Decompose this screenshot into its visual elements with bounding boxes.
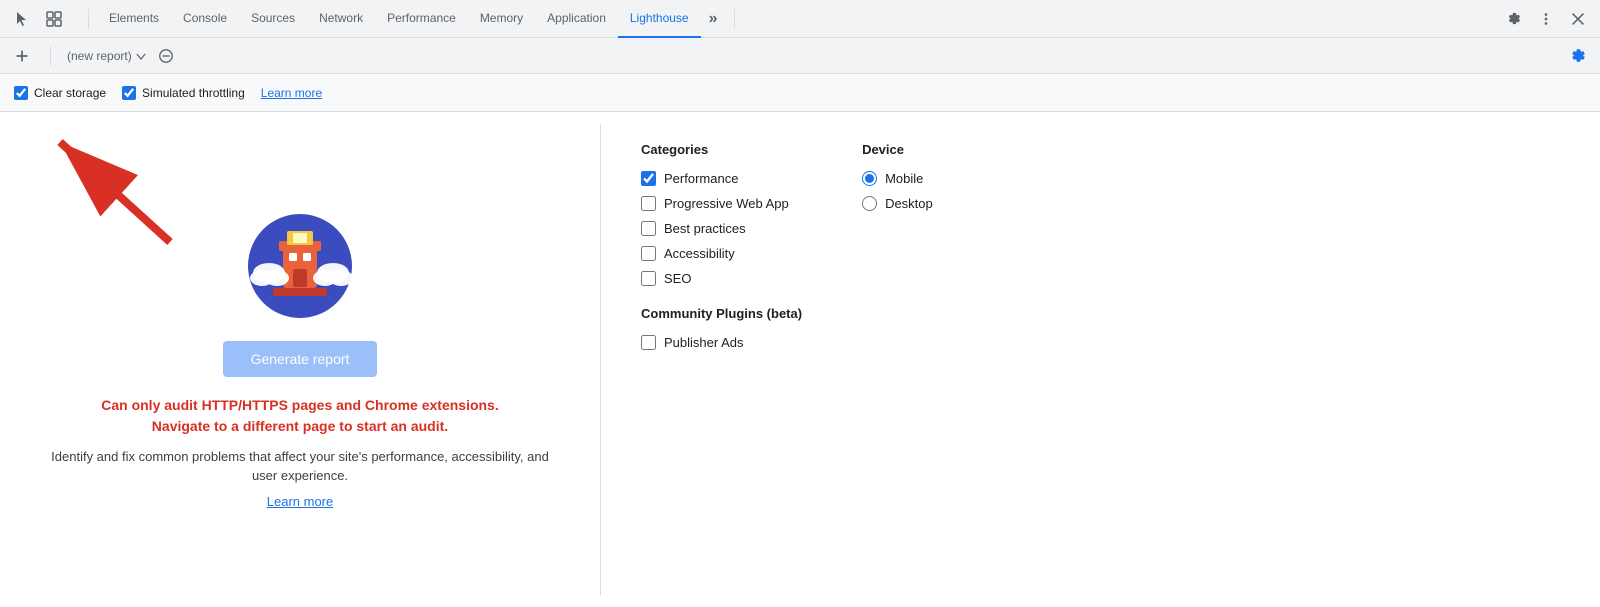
category-best-practices-label[interactable]: Best practices [641,221,802,236]
category-seo-checkbox[interactable] [641,271,656,286]
device-section: Device Mobile Desktop [862,142,1022,577]
category-pwa-checkbox[interactable] [641,196,656,211]
community-publisher-ads-label[interactable]: Publisher Ads [641,335,802,350]
error-message: Can only audit HTTP/HTTPS pages and Chro… [101,395,499,437]
devtools-mode-icons [8,5,68,33]
community-publisher-ads-checkbox[interactable] [641,335,656,350]
device-desktop-radio[interactable] [862,196,877,211]
tab-elements[interactable]: Elements [97,0,171,38]
settings-gear-icon[interactable] [1500,5,1528,33]
tab-application[interactable]: Application [535,0,618,38]
toolbar-sep-1 [50,46,51,66]
cursor-icon[interactable] [8,5,36,33]
category-best-practices-checkbox[interactable] [641,221,656,236]
tab-right-icons [1500,5,1592,33]
tab-performance[interactable]: Performance [375,0,468,38]
tab-lighthouse[interactable]: Lighthouse [618,0,701,38]
category-performance-checkbox[interactable] [641,171,656,186]
lighthouse-logo [245,211,355,321]
tab-more-button[interactable]: » [701,0,726,38]
community-title: Community Plugins (beta) [641,306,802,321]
options-learn-more-link[interactable]: Learn more [261,86,322,100]
tab-console[interactable]: Console [171,0,239,38]
report-selector[interactable]: (new report) [67,49,146,63]
category-accessibility-checkbox[interactable] [641,246,656,261]
category-pwa-label[interactable]: Progressive Web App [641,196,802,211]
tab-memory[interactable]: Memory [468,0,535,38]
tab-bar: Elements Console Sources Network Perform… [0,0,1600,38]
main-content: Generate report Can only audit HTTP/HTTP… [0,112,1600,607]
add-report-button[interactable] [10,44,34,68]
clear-storage-checkbox[interactable] [14,86,28,100]
more-vert-icon[interactable] [1532,5,1560,33]
toolbar: (new report) [0,38,1600,74]
simulated-throttling-checkbox[interactable] [122,86,136,100]
device-title: Device [862,142,1022,157]
layers-icon[interactable] [40,5,68,33]
simulated-throttling-checkbox-label[interactable]: Simulated throttling [122,86,245,100]
tab-left-separator [88,9,89,29]
categories-title: Categories [641,142,802,157]
description-text: Identify and fix common problems that af… [40,447,560,486]
close-icon[interactable] [1564,5,1592,33]
toolbar-settings-icon[interactable] [1566,44,1590,68]
device-desktop-label[interactable]: Desktop [862,196,1022,211]
clear-storage-checkbox-label[interactable]: Clear storage [14,86,106,100]
tab-network[interactable]: Network [307,0,375,38]
tab-right-separator [734,9,735,29]
device-mobile-radio[interactable] [862,171,877,186]
category-accessibility-label[interactable]: Accessibility [641,246,802,261]
generate-report-button[interactable]: Generate report [223,341,378,377]
options-bar: Clear storage Simulated throttling Learn… [0,74,1600,112]
arrow-annotation [30,122,190,262]
left-panel: Generate report Can only audit HTTP/HTTP… [0,112,600,607]
tab-sources[interactable]: Sources [239,0,307,38]
category-performance-label[interactable]: Performance [641,171,802,186]
community-section: Community Plugins (beta) Publisher Ads [641,306,802,350]
right-panel: Categories Performance Progressive Web A… [601,112,1600,607]
chevron-down-icon [136,49,146,63]
category-seo-label[interactable]: SEO [641,271,802,286]
device-mobile-label[interactable]: Mobile [862,171,1022,186]
main-learn-more-link[interactable]: Learn more [267,494,333,509]
categories-section: Categories Performance Progressive Web A… [641,142,802,577]
clear-report-button[interactable] [154,44,178,68]
